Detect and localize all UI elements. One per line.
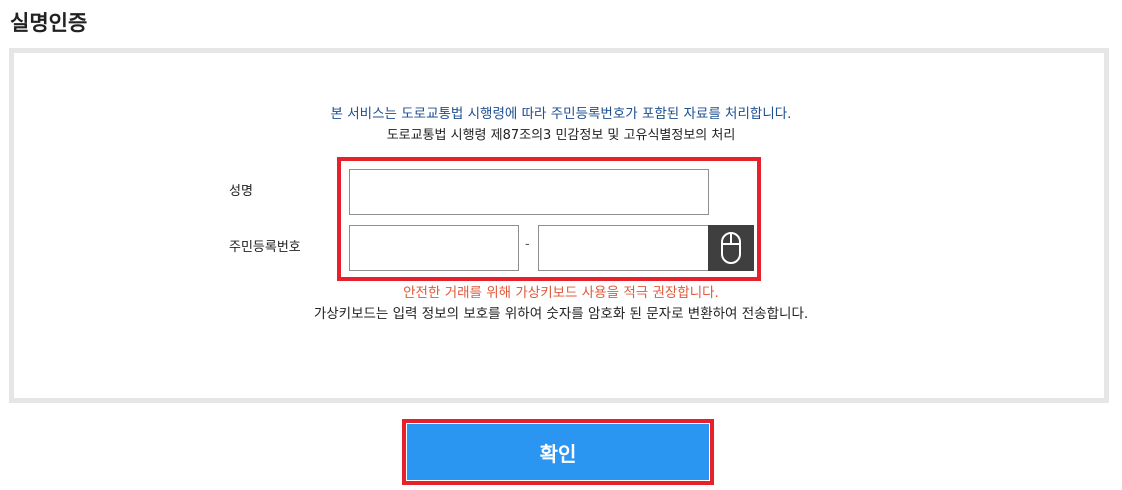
page-title: 실명인증 [10, 11, 88, 35]
legal-basis-notice: 도로교통법 시행령 제87조의3 민감정보 및 고유식별정보의 처리 [386, 128, 736, 143]
name-label: 성명 [229, 184, 253, 199]
confirm-button[interactable]: 확인 [407, 424, 709, 480]
rrn-label: 주민등록번호 [229, 240, 301, 255]
keyboard-description-notice: 가상키보드는 입력 정보의 보호를 위하여 숫자를 암호화 된 문자로 변환하여… [313, 306, 809, 322]
rrn-front-input[interactable] [349, 225, 519, 271]
name-input[interactable] [349, 169, 709, 215]
real-name-auth-page: 실명인증 본 서비스는 도로교통법 시행령에 따라 주민등록번호가 포함된 자료… [0, 0, 1122, 490]
virtual-keyboard-button[interactable] [708, 225, 754, 271]
service-notice: 본 서비스는 도로교통법 시행령에 따라 주민등록번호가 포함된 자료를 처리합… [330, 106, 792, 122]
rrn-back-input[interactable] [538, 225, 709, 271]
rrn-separator: - [525, 237, 530, 252]
keyboard-recommend-notice: 안전한 거래를 위해 가상키보드 사용을 적극 권장합니다. [403, 285, 719, 301]
mouse-icon [721, 232, 741, 264]
